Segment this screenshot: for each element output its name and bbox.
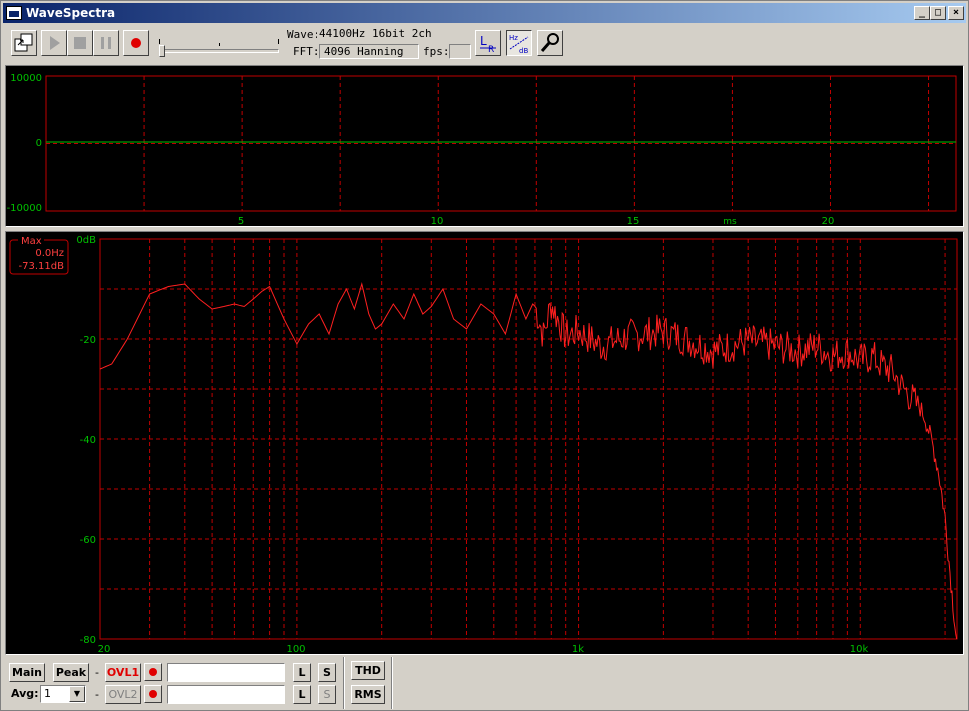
lr-l-text: L (480, 34, 487, 48)
slider-track (159, 49, 279, 53)
close-button[interactable]: × (948, 6, 964, 20)
maximize-button[interactable]: □ (930, 6, 946, 20)
wave-format-value: 44100Hz 16bit 2ch (317, 27, 469, 42)
spec-x-tick: 20 (98, 644, 111, 654)
wave-x-tick: 20 (822, 216, 835, 226)
play-icon (50, 36, 60, 50)
spec-y-tick: -80 (80, 635, 96, 646)
hz-text: Hz (509, 34, 518, 42)
bottom-controls: Main Peak - OVL1 L S Avg: 1 ▼ - OVL2 L S… (3, 657, 966, 709)
waveform-panel[interactable]: 10000 0 -10000 5 10 15 ms 20 (5, 65, 964, 227)
spectrum-panel[interactable]: 0dB -20 -40 -60 -80 20 100 1k 10k Max 0.… (5, 231, 964, 655)
ovl2-button[interactable]: OVL2 (105, 685, 141, 704)
title-bar: WaveSpectra _ □ × (3, 3, 966, 23)
wave-label: Wave: (287, 28, 321, 41)
spectrum-grid (100, 239, 957, 639)
slider-thumb[interactable] (159, 45, 165, 57)
wave-x-unit: ms (723, 217, 737, 226)
rms-button[interactable]: RMS (351, 685, 385, 704)
pause-button[interactable] (93, 30, 119, 56)
position-slider[interactable] (159, 39, 279, 57)
fft-label: FFT: (293, 45, 320, 58)
open-icon (14, 33, 33, 52)
hz-db-scale-icon: Hz dB (509, 34, 528, 55)
ovl1-record-button[interactable] (144, 663, 162, 681)
ovl2-load-button[interactable]: L (293, 685, 311, 704)
app-window: WaveSpectra _ □ × Wave: 44100Hz 16bit 2c… (0, 0, 969, 711)
spec-y-tick: 0dB (76, 235, 96, 246)
fps-value (449, 44, 471, 59)
play-button[interactable] (41, 30, 67, 56)
pause-icon (101, 37, 111, 49)
ovl2-save-button[interactable]: S (318, 685, 336, 704)
ovl1-button[interactable]: OVL1 (105, 663, 141, 682)
avg-select[interactable]: 1 ▼ (40, 685, 86, 703)
settings-wrench-icon (540, 33, 559, 52)
ovl1-name-field[interactable] (167, 663, 285, 682)
max-freq: 0.0Hz (35, 248, 64, 259)
fps-label: fps: (423, 45, 450, 58)
spec-x-tick: 100 (286, 644, 305, 654)
slider-tick (219, 43, 220, 46)
settings-button[interactable] (537, 30, 563, 56)
lr-r-text: R (488, 45, 494, 55)
spectrum-line (99, 282, 958, 640)
wave-y-tick: -10000 (7, 203, 42, 214)
spec-x-tick: 1k (572, 644, 584, 654)
spec-y-tick: -40 (80, 435, 96, 446)
ovl2-record-button[interactable] (144, 685, 162, 703)
waveform-grid (46, 76, 956, 211)
minimize-button[interactable]: _ (914, 6, 930, 20)
slider-tick (159, 39, 160, 44)
hz-db-scale-button[interactable]: Hz dB (506, 30, 532, 56)
spec-y-tick: -60 (80, 535, 96, 546)
separator-dash: - (95, 688, 99, 701)
spec-x-tick: 10k (850, 644, 869, 654)
divider (391, 657, 393, 709)
main-button[interactable]: Main (9, 663, 45, 682)
stop-icon (74, 37, 86, 49)
record-button[interactable] (123, 30, 149, 56)
open-button[interactable] (11, 30, 37, 56)
wave-x-tick: 5 (238, 216, 244, 226)
lr-channel-icon: L R (480, 34, 496, 55)
max-label: Max (21, 236, 42, 247)
wave-y-tick: 0 (36, 138, 42, 149)
wave-y-tick: 10000 (10, 73, 42, 84)
slider-tick (278, 39, 279, 44)
chevron-down-icon[interactable]: ▼ (69, 686, 85, 702)
stop-button[interactable] (67, 30, 93, 56)
record-icon (131, 38, 141, 48)
lr-channel-button[interactable]: L R (475, 30, 501, 56)
max-readout: Max 0.0Hz -73.11dB (9, 235, 69, 275)
ovl2-name-field[interactable] (167, 685, 285, 704)
max-level: -73.11dB (19, 261, 65, 272)
waveform-plot: 10000 0 -10000 5 10 15 ms 20 (7, 73, 957, 227)
toolbar: Wave: 44100Hz 16bit 2ch FFT: 4096 Hannin… (3, 25, 966, 63)
peak-button[interactable]: Peak (53, 663, 89, 682)
spec-y-tick: -20 (80, 335, 96, 346)
separator-dash: - (95, 666, 99, 679)
thd-button[interactable]: THD (351, 661, 385, 680)
wave-x-tick: 15 (627, 216, 640, 226)
fft-setting-value: 4096 Hanning (319, 44, 419, 59)
window-title: WaveSpectra (26, 6, 116, 20)
divider (343, 657, 345, 709)
wave-x-tick: 10 (431, 216, 444, 226)
db-text: dB (519, 47, 528, 55)
ovl1-load-button[interactable]: L (293, 663, 311, 682)
spectrum-axis-labels: 0dB -20 -40 -60 -80 20 100 1k 10k (76, 235, 869, 655)
avg-label: Avg: (11, 687, 39, 700)
spectrum-plot: 0dB -20 -40 -60 -80 20 100 1k 10k Max 0.… (9, 235, 958, 655)
app-icon[interactable] (6, 6, 22, 20)
ovl1-save-button[interactable]: S (318, 663, 336, 682)
